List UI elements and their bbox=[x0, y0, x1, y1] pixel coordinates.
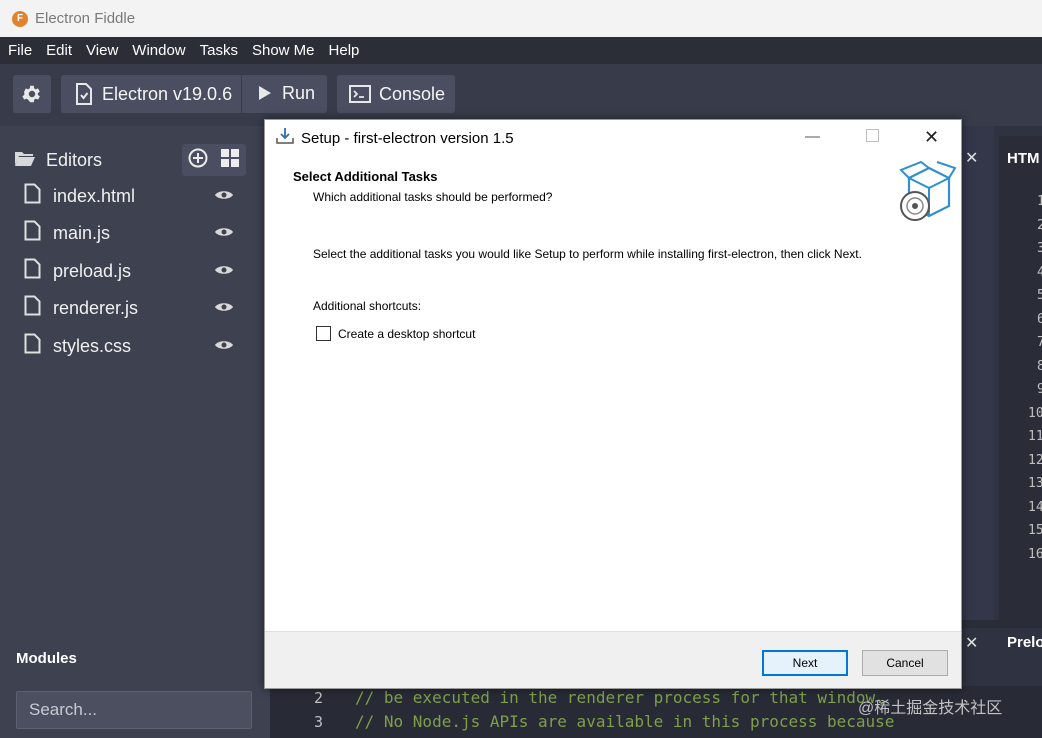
eye-icon[interactable] bbox=[214, 225, 234, 244]
file-icon bbox=[24, 333, 41, 359]
sidebar-item-preload-js[interactable]: preload.js bbox=[24, 256, 240, 286]
sidebar-item-index-html[interactable]: index.html bbox=[24, 181, 240, 211]
gutter-line-number: 4 bbox=[1037, 264, 1042, 280]
editors-label: Editors bbox=[46, 149, 103, 170]
gutter-line-number: 10 bbox=[1028, 405, 1042, 421]
page-title: Select Additional Tasks bbox=[293, 169, 438, 184]
menu-view[interactable]: View bbox=[86, 42, 118, 59]
sidebar-item-styles-css[interactable]: styles.css bbox=[24, 331, 240, 361]
window-titlebar: F Electron Fiddle bbox=[0, 0, 1042, 37]
setup-dialog: Setup - first-electron version 1.5 — ✕ S… bbox=[264, 119, 962, 689]
minimize-button[interactable]: — bbox=[805, 128, 820, 145]
menu-file[interactable]: File bbox=[8, 42, 32, 59]
modules-search-input[interactable]: Search... bbox=[16, 691, 252, 729]
page-subtitle: Which additional tasks should be perform… bbox=[313, 190, 553, 204]
console-button[interactable]: Console bbox=[337, 75, 455, 113]
dialog-titlebar: Setup - first-electron version 1.5 — ✕ bbox=[265, 120, 961, 156]
desktop-shortcut-label[interactable]: Create a desktop shortcut bbox=[338, 327, 475, 341]
gutter-line-number: 6 bbox=[1037, 311, 1042, 327]
modules-label: Modules bbox=[16, 650, 77, 667]
electron-fiddle-logo: F bbox=[12, 10, 28, 27]
gutter-line-number: 5 bbox=[1037, 288, 1042, 303]
desktop-shortcut-option[interactable]: Create a desktop shortcut bbox=[316, 326, 475, 341]
eye-icon[interactable] bbox=[214, 300, 234, 319]
add-editor-button[interactable] bbox=[188, 148, 208, 173]
installer-box-icon bbox=[895, 158, 957, 229]
eye-icon[interactable] bbox=[214, 338, 234, 357]
console-label: Console bbox=[379, 83, 446, 104]
close-button[interactable]: ✕ bbox=[924, 127, 939, 148]
file-name: main.js bbox=[53, 222, 111, 243]
terminal-icon bbox=[349, 85, 371, 103]
file-name: styles.css bbox=[53, 335, 132, 356]
play-icon bbox=[258, 85, 272, 101]
menu-bar: File Edit View Window Tasks Show Me Help bbox=[0, 37, 1042, 64]
folder-open-icon bbox=[14, 149, 36, 172]
eye-icon[interactable] bbox=[214, 263, 234, 282]
dialog-footer: Next Cancel bbox=[265, 631, 961, 688]
toolbar: Electron v19.0.6 Run Console bbox=[0, 64, 1042, 126]
menu-help[interactable]: Help bbox=[329, 42, 360, 59]
gutter-line-number: 1 bbox=[1037, 194, 1042, 209]
gutter-line-number: 9 bbox=[1037, 382, 1042, 397]
gutter-line-number: 3 bbox=[1037, 241, 1042, 256]
version-run-group: Electron v19.0.6 Run bbox=[61, 75, 327, 113]
editors-actions bbox=[182, 144, 246, 176]
sidebar: Editors index.html main.js preload.js re… bbox=[0, 126, 270, 738]
gutter-line-number: 7 bbox=[1037, 335, 1042, 350]
line-number: 2 bbox=[314, 689, 324, 707]
settings-button[interactable] bbox=[13, 75, 51, 113]
gutter-line-number: 16 bbox=[1028, 546, 1042, 562]
instructions-text: Select the additional tasks you would li… bbox=[313, 247, 862, 261]
gutter-line-number: 15 bbox=[1028, 523, 1042, 538]
html-panel-title: HTM bbox=[1007, 150, 1040, 167]
menu-show-me[interactable]: Show Me bbox=[252, 42, 315, 59]
file-icon bbox=[24, 220, 41, 246]
sidebar-item-main-js[interactable]: main.js bbox=[24, 218, 240, 248]
shortcuts-label: Additional shortcuts: bbox=[313, 299, 422, 313]
screen: F Electron Fiddle File Edit View Window … bbox=[0, 0, 1042, 738]
maximize-icon bbox=[866, 129, 879, 142]
run-button[interactable]: Run bbox=[282, 83, 315, 104]
gutter-line-number: 14 bbox=[1028, 499, 1042, 515]
gutter-line-number: 11 bbox=[1028, 429, 1042, 444]
menu-window[interactable]: Window bbox=[132, 42, 185, 59]
layout-grid-button[interactable] bbox=[220, 148, 240, 173]
editors-header: Editors bbox=[14, 144, 246, 176]
eye-icon[interactable] bbox=[214, 188, 234, 207]
file-icon bbox=[24, 183, 41, 209]
file-name: renderer.js bbox=[53, 297, 139, 318]
gear-icon bbox=[21, 83, 43, 105]
gutter-line-number: 13 bbox=[1028, 476, 1042, 491]
close-panel-top-icon[interactable]: ✕ bbox=[965, 148, 978, 168]
code-line: // be executed in the renderer process f… bbox=[355, 688, 885, 707]
file-name: index.html bbox=[53, 185, 136, 206]
close-panel-bottom-icon[interactable]: ✕ bbox=[965, 633, 978, 653]
menu-tasks[interactable]: Tasks bbox=[200, 42, 238, 59]
code-line: // No Node.js APIs are available in this… bbox=[355, 712, 895, 731]
file-name: preload.js bbox=[53, 260, 132, 281]
preload-panel-title: Prelo bbox=[1007, 634, 1042, 651]
plus-circle-icon bbox=[188, 148, 208, 167]
gutter-line-number: 8 bbox=[1037, 358, 1042, 374]
dialog-title: Setup - first-electron version 1.5 bbox=[301, 129, 514, 147]
sidebar-item-renderer-js[interactable]: renderer.js bbox=[24, 293, 240, 323]
line-number: 3 bbox=[314, 713, 324, 731]
desktop-shortcut-checkbox[interactable] bbox=[316, 326, 331, 341]
next-button[interactable]: Next bbox=[762, 650, 848, 676]
grid-icon bbox=[221, 148, 239, 167]
watermark: @稀土掘金技术社区 bbox=[858, 700, 1003, 717]
file-icon bbox=[24, 295, 41, 321]
cancel-button[interactable]: Cancel bbox=[862, 650, 948, 676]
version-file-icon bbox=[75, 83, 93, 105]
setup-download-icon bbox=[275, 126, 295, 151]
version-button[interactable]: Electron v19.0.6 bbox=[102, 84, 232, 105]
window-title: Electron Fiddle bbox=[35, 10, 136, 27]
gutter-line-number: 12 bbox=[1028, 452, 1042, 468]
file-icon bbox=[24, 258, 41, 284]
menu-edit[interactable]: Edit bbox=[46, 42, 72, 59]
gutter-line-number: 2 bbox=[1037, 217, 1042, 233]
maximize-button[interactable] bbox=[866, 129, 879, 146]
toolbar-divider bbox=[241, 75, 242, 113]
